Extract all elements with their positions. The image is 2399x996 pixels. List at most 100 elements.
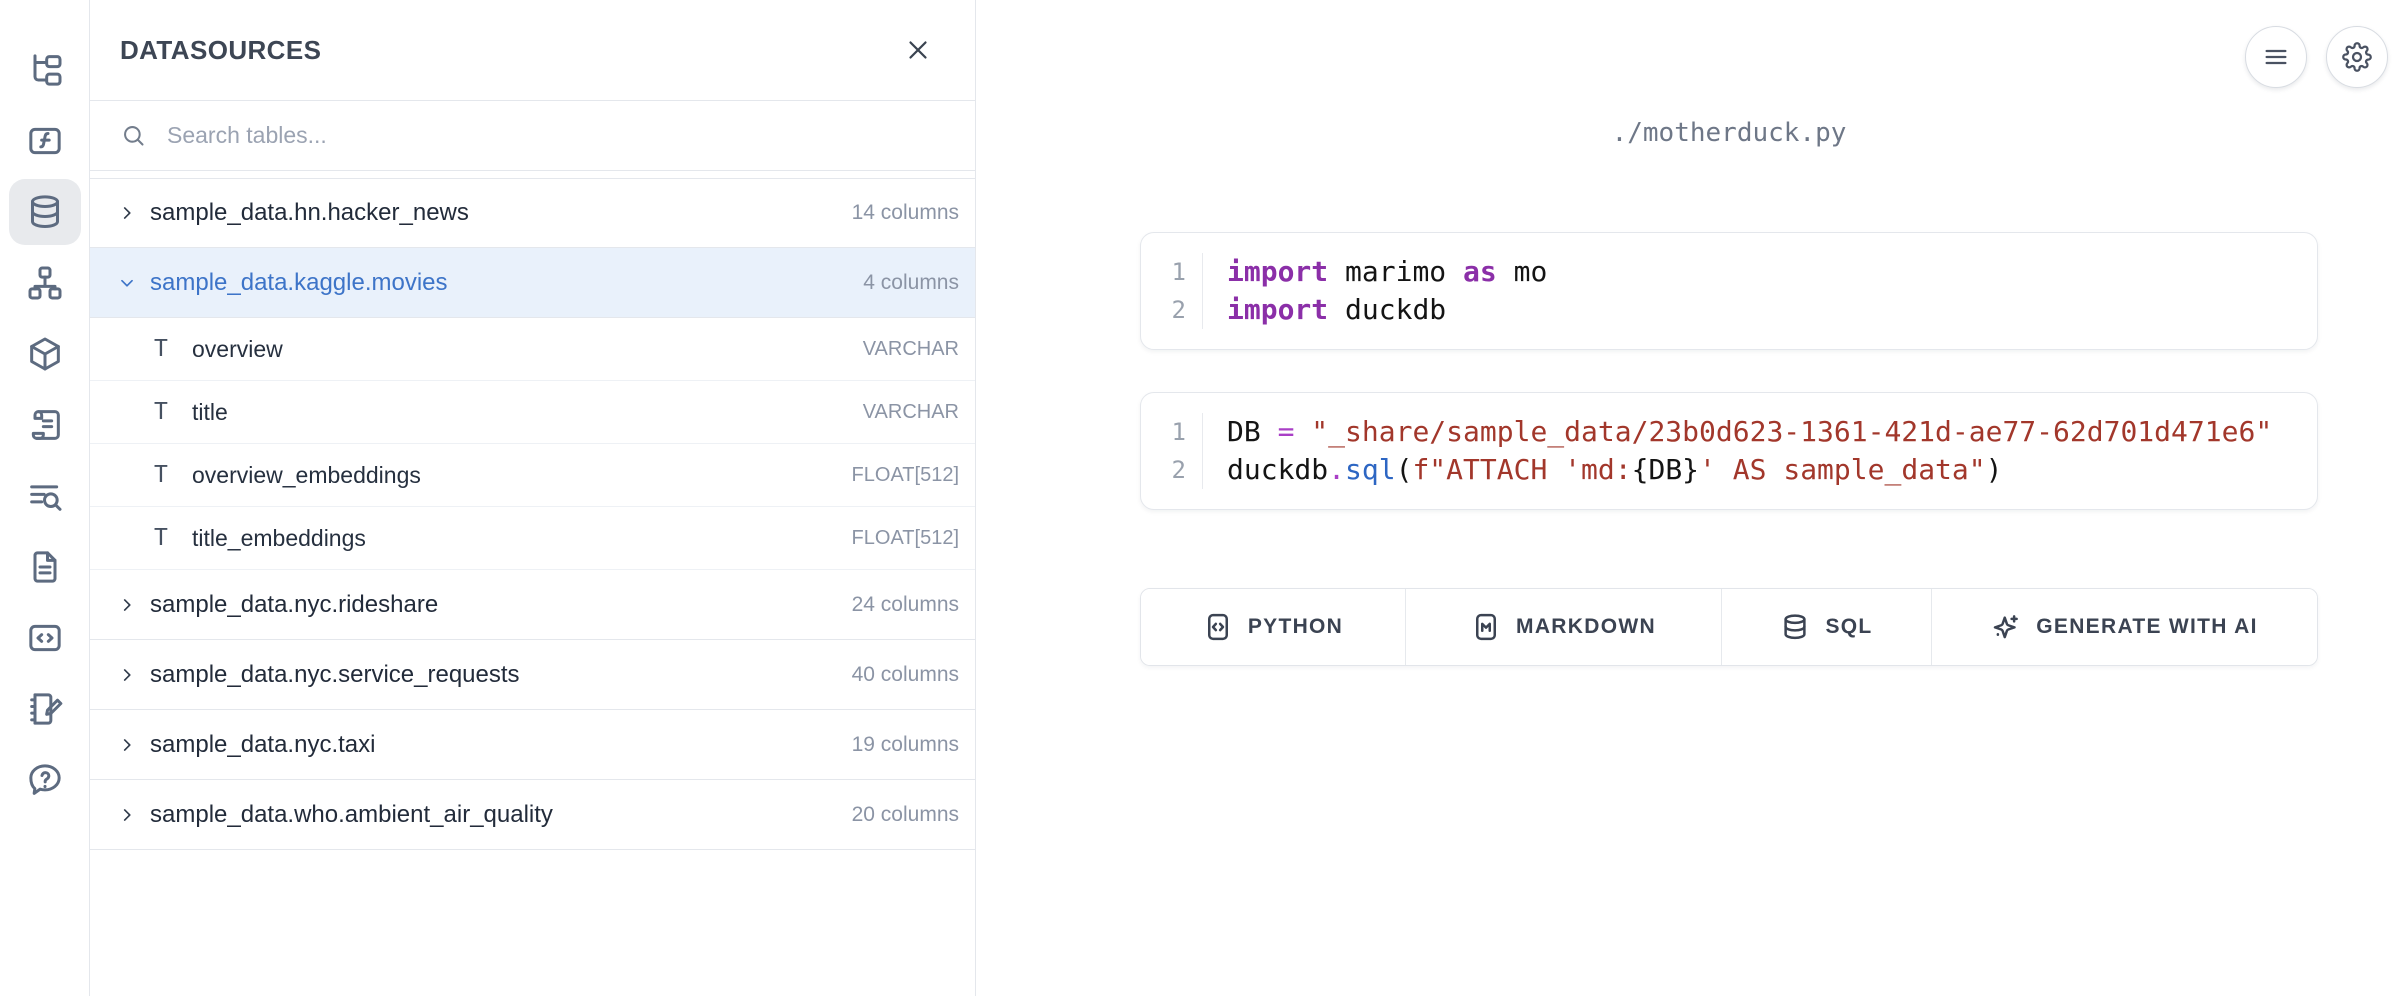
table-row[interactable]: sample_data.nyc.service_requests 40 colum… [90,640,975,710]
notebook-filename[interactable]: ./motherduck.py [1140,118,2318,148]
table-row[interactable]: sample_data.nyc.taxi 19 columns [90,710,975,780]
sidebar-item-file-explorer[interactable] [9,37,81,103]
gear-icon [2342,42,2372,72]
add-cell-button-label: PYTHON [1248,615,1343,639]
table-columns-count: 40 columns [852,663,959,687]
search-input[interactable] [167,122,945,149]
sidebar-item-help[interactable] [9,747,81,813]
database-icon [1780,612,1810,642]
menu-icon [2261,42,2291,72]
add-cell-button-label: MARKDOWN [1516,615,1656,639]
table-row[interactable]: sample_data.kaggle.movies 4 columns [90,248,975,318]
close-panel-button[interactable] [901,33,935,67]
notebook-area: ./motherduck.py 12import marimo as moimp… [977,0,2399,996]
scratchpad-icon [25,689,65,729]
column-name: title [192,399,228,426]
sidebar-item-search[interactable] [9,463,81,529]
column-row[interactable]: Ttitle VARCHAR [90,381,975,444]
column-row[interactable]: Ttitle_embeddings FLOAT[512] [90,507,975,570]
add-cell-python-button[interactable]: PYTHON [1141,589,1406,665]
column-row[interactable]: Toverview_embeddings FLOAT[512] [90,444,975,507]
sidebar-item-logs[interactable] [9,392,81,458]
sidebar-item-datasources[interactable] [9,179,81,245]
column-name: overview_embeddings [192,462,421,489]
code-box-icon [1203,612,1233,642]
table-name: sample_data.hn.hacker_news [150,199,469,227]
gear-button[interactable] [2326,26,2388,88]
table-columns-count: 20 columns [852,803,959,827]
sidebar-rail [0,0,90,996]
sparkles-icon [1991,612,2021,642]
menu-button[interactable] [2245,26,2307,88]
panel-title: DATASOURCES [120,35,321,66]
sidebar-item-variables[interactable] [9,108,81,174]
cells-container: 12import marimo as moimport duckdb12DB =… [1140,232,2318,510]
chevron-right-icon [116,804,138,826]
table-row[interactable]: sample_data.nyc.rideshare 24 columns [90,570,975,640]
sidebar-item-snippets[interactable] [9,605,81,671]
table-name: sample_data.nyc.taxi [150,731,375,759]
table-columns-count: 24 columns [852,593,959,617]
search-icon [120,122,147,149]
table-columns-count: 14 columns [852,201,959,225]
variables-icon [25,121,65,161]
table-row[interactable]: sample_data.hn.hacker_news 14 columns [90,178,975,248]
table-name: sample_data.kaggle.movies [150,269,448,297]
table-row[interactable]: sample_data.who.ambient_air_quality 20 co… [90,780,975,850]
column-type: FLOAT[512] [852,464,959,487]
add-cell-button-label: GENERATE WITH AI [2036,615,2257,639]
add-cell-markdown-button[interactable]: MARKDOWN [1406,589,1722,665]
text-type-icon: T [154,462,180,488]
markdown-box-icon [1471,612,1501,642]
datasources-panel: DATASOURCES sample_data.hn.hacker_news 14… [90,0,976,996]
chevron-right-icon [116,664,138,686]
table-name: sample_data.nyc.service_requests [150,661,520,689]
line-numbers: 12 [1141,413,1203,489]
text-type-icon: T [154,525,180,551]
table-name: sample_data.who.ambient_air_quality [150,801,553,829]
packages-icon [25,334,65,374]
text-type-icon: T [154,336,180,362]
datasources-icon [25,192,65,232]
add-cell-toolbar: PYTHON MARKDOWN SQL GENERATE WITH AI [1140,588,2318,666]
column-type: FLOAT[512] [852,527,959,550]
window-controls [2245,26,2388,88]
sidebar-item-packages[interactable] [9,321,81,387]
text-type-icon: T [154,399,180,425]
code-content: import marimo as moimport duckdb [1203,253,1547,329]
close-icon [903,35,933,65]
add-cell-sql-button[interactable]: SQL [1722,589,1932,665]
column-name: title_embeddings [192,525,366,552]
sidebar-item-scratchpad[interactable] [9,676,81,742]
panel-header: DATASOURCES [90,0,975,101]
chevron-right-icon [116,594,138,616]
sidebar-item-dependencies[interactable] [9,250,81,316]
code-cell[interactable]: 12DB = "_share/sample_data/23b0d623-1361… [1140,392,2318,510]
table-name: sample_data.nyc.rideshare [150,591,438,619]
add-cell-button-label: SQL [1825,615,1872,639]
add-cell-generate-with-ai-button[interactable]: GENERATE WITH AI [1932,589,2317,665]
table-columns-count: 19 columns [852,733,959,757]
dependencies-icon [25,263,65,303]
line-numbers: 12 [1141,253,1203,329]
code-cell[interactable]: 12import marimo as moimport duckdb [1140,232,2318,350]
column-type: VARCHAR [863,401,959,424]
app-root: DATASOURCES sample_data.hn.hacker_news 14… [0,0,2399,996]
logs-icon [25,405,65,445]
search-icon [25,476,65,516]
column-row[interactable]: ToverviewVARCHAR [90,318,975,381]
search-bar [90,101,975,171]
table-columns-count: 4 columns [863,271,959,295]
snippets-icon [25,618,65,658]
chevron-down-icon [116,272,138,294]
sidebar-item-documentation[interactable] [9,534,81,600]
documentation-icon [25,547,65,587]
chevron-right-icon [116,734,138,756]
tables-list: sample_data.hn.hacker_news14 columnssamp… [90,178,975,850]
code-content: DB = "_share/sample_data/23b0d623-1361-4… [1203,413,2272,489]
chevron-right-icon [116,202,138,224]
file-explorer-icon [25,50,65,90]
column-type: VARCHAR [863,338,959,361]
help-icon [25,760,65,800]
notebook: ./motherduck.py 12import marimo as moimp… [1140,0,2318,666]
